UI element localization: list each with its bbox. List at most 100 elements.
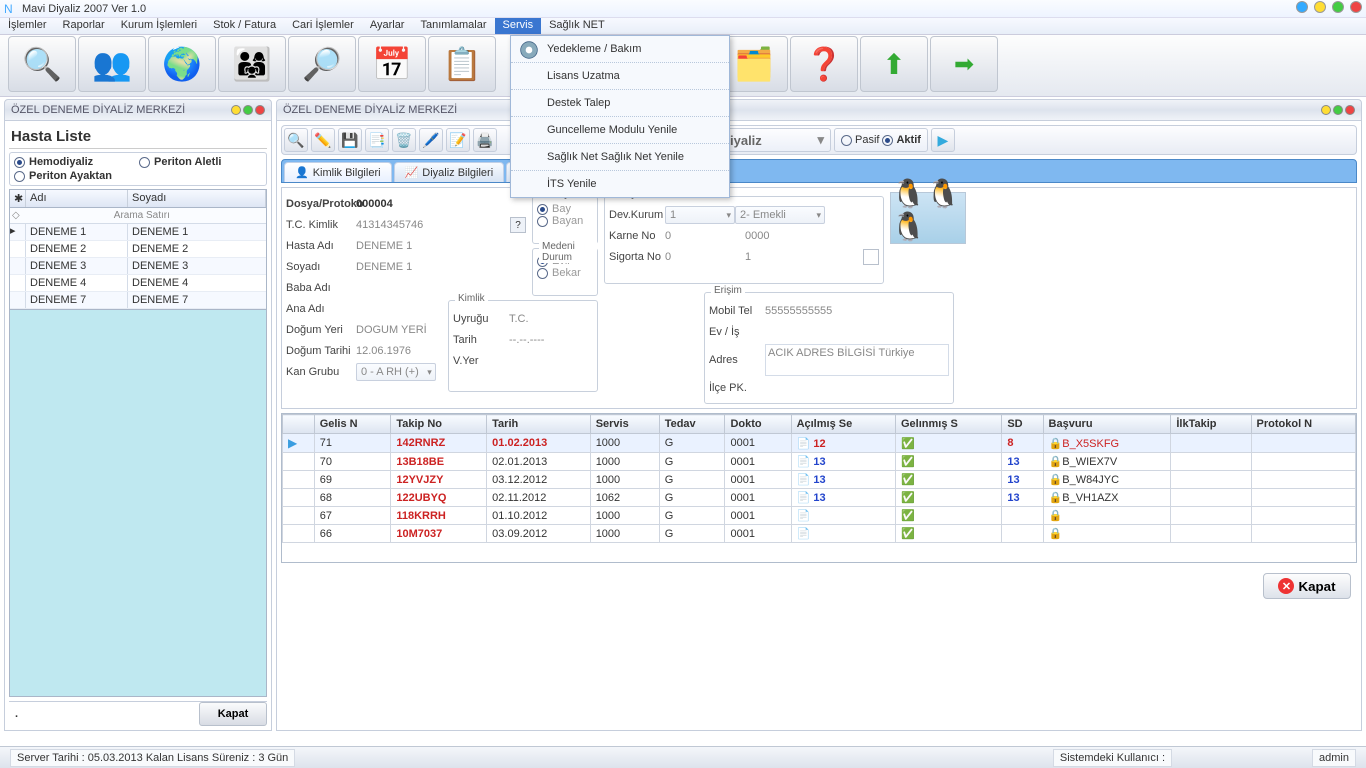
dropdown-sagliknet[interactable]: Sağlık Net Sağlık Net Yenile <box>511 144 729 171</box>
toolbar-clipboard-button[interactable]: 📋 <box>428 36 496 92</box>
action-copy-button[interactable]: 📑 <box>365 128 389 152</box>
pasif-aktif-toggle[interactable]: Pasif Aktif <box>834 128 928 152</box>
toolbar-group-button[interactable]: 👨‍👩‍👧 <box>218 36 286 92</box>
grid-header[interactable]: Başvuru <box>1043 415 1171 434</box>
action-note-button[interactable]: 📝 <box>446 128 470 152</box>
grid-row[interactable]: 7013B18BE02.01.20131000G0001📄 13✅13🔒B_WI… <box>283 453 1356 471</box>
radio-hemodiyaliz[interactable] <box>14 157 25 168</box>
menu-kurum[interactable]: Kurum İşlemleri <box>113 18 205 34</box>
action-marker-button[interactable]: 🖊️ <box>419 128 443 152</box>
action-edit-button[interactable]: ✏️ <box>311 128 335 152</box>
dropdown-guncelleme[interactable]: Guncelleme Modulu Yenile <box>511 117 729 144</box>
grid-row[interactable]: ▶71142RNRZ01.02.20131000G0001📄 12✅8🔒B_X5… <box>283 434 1356 453</box>
tab-diyaliz[interactable]: 📈 Diyaliz Bilgileri <box>394 162 505 182</box>
sigorta-box[interactable] <box>863 249 879 265</box>
patient-row[interactable]: DENEME 4DENEME 4 <box>10 275 266 292</box>
action-play-button[interactable]: ▶ <box>931 128 955 152</box>
status-user-label: Sistemdeki Kullanıcı : <box>1053 749 1172 767</box>
menu-tanimlamalar[interactable]: Tanımlamalar <box>412 18 494 34</box>
radio-bekar[interactable] <box>537 268 548 279</box>
tab-kimlik[interactable]: 👤 Kimlik Bilgileri <box>284 162 392 182</box>
menu-ayarlar[interactable]: Ayarlar <box>362 18 413 34</box>
grid-header[interactable]: İlkTakip <box>1171 415 1251 434</box>
grid-header[interactable]: Açılmış Se <box>791 415 895 434</box>
toolbar-users-button[interactable]: 👥 <box>78 36 146 92</box>
close-icon[interactable] <box>255 105 265 115</box>
right-window-title: ÖZEL DENEME DİYALİZ MERKEZİ <box>283 104 1319 116</box>
action-save-button[interactable]: 💾 <box>338 128 362 152</box>
grid-header[interactable] <box>283 415 315 434</box>
grid-header[interactable]: Gelınmış S <box>896 415 1002 434</box>
grid-header[interactable]: Protokol N <box>1251 415 1355 434</box>
servis-dropdown[interactable]: Yedekleme / Bakım Lisans Uzatma Destek T… <box>510 35 730 198</box>
patient-row[interactable]: DENEME 7DENEME 7 <box>10 292 266 309</box>
grid-row[interactable]: 67118KRRH01.10.20121000G0001📄 ✅🔒 <box>283 507 1356 525</box>
action-toolbar: 🔍 ✏️ 💾 📑 🗑️ 🖊️ 📝 🖨️ iyaliz Pasif Aktif ▶ <box>281 125 1357 155</box>
col-soyadi[interactable]: Soyadı <box>128 190 266 207</box>
devkurum-combo[interactable]: 1 <box>665 206 735 224</box>
patient-photo[interactable]: 🐧🐧🐧 <box>890 192 966 244</box>
dializ-combo[interactable]: iyaliz <box>723 128 831 152</box>
grid-header[interactable]: Takip No <box>391 415 487 434</box>
detail-panel: Dosya/Protoko000004 T.C. Kimlik413143457… <box>281 187 1357 409</box>
action-print-button[interactable]: 🖨️ <box>473 128 497 152</box>
grid-header[interactable]: Dokto <box>725 415 791 434</box>
toolbar-globe-button[interactable]: 🌍 <box>148 36 216 92</box>
grid-row[interactable]: 6912YVJZY03.12.20121000G0001📄 13✅13🔒B_W8… <box>283 471 1356 489</box>
toolbar-exit-button[interactable]: ➡ <box>930 36 998 92</box>
dropdown-destek[interactable]: Destek Talep <box>511 90 729 117</box>
window-dot-red-icon[interactable] <box>1350 1 1362 13</box>
grid-header[interactable]: SD <box>1002 415 1043 434</box>
menu-sagliknet[interactable]: Sağlık NET <box>541 18 613 34</box>
grid-row[interactable]: 68122UBYQ02.11.20121062G0001📄 13✅13🔒B_VH… <box>283 489 1356 507</box>
radio-periton-aletli[interactable] <box>139 157 150 168</box>
menu-stok[interactable]: Stok / Fatura <box>205 18 284 34</box>
patient-row[interactable]: DENEME 2DENEME 2 <box>10 241 266 258</box>
patient-row[interactable]: DENEME 3DENEME 3 <box>10 258 266 275</box>
grid-header[interactable]: Servis <box>590 415 659 434</box>
col-adi[interactable]: Adı <box>26 190 128 207</box>
menu-raporlar[interactable]: Raporlar <box>55 18 113 34</box>
menu-servis[interactable]: Servis <box>495 18 542 34</box>
maximize-icon[interactable] <box>1333 105 1343 115</box>
minimize-icon[interactable] <box>1321 105 1331 115</box>
dropdown-lisans[interactable]: Lisans Uzatma <box>511 63 729 90</box>
grid-header[interactable]: Tarih <box>487 415 591 434</box>
left-kapat-button[interactable]: Kapat <box>199 702 267 726</box>
kan-grubu-combo[interactable]: 0 - A RH (+) <box>356 363 436 381</box>
grid-row[interactable]: 6610M703703.09.20121000G0001📄 ✅🔒 <box>283 525 1356 543</box>
dropdown-yedekleme[interactable]: Yedekleme / Bakım <box>511 36 729 63</box>
tc-query-button[interactable]: ? <box>510 217 526 233</box>
maximize-icon[interactable] <box>243 105 253 115</box>
col-select[interactable]: ✱ <box>10 190 26 207</box>
search-row[interactable]: ◇Arama Satırı <box>10 208 266 224</box>
close-icon[interactable] <box>1345 105 1355 115</box>
radio-pasif[interactable] <box>841 135 852 146</box>
window-dot-yellow-icon[interactable] <box>1314 1 1326 13</box>
emekli-combo[interactable]: 2- Emekli <box>735 206 825 224</box>
right-kapat-button[interactable]: ✕Kapat <box>1263 573 1351 599</box>
menu-cari[interactable]: Cari İşlemler <box>284 18 362 34</box>
toolbar-settings-button[interactable]: 🗂️ <box>720 36 788 92</box>
window-dot-green-icon[interactable] <box>1332 1 1344 13</box>
toolbar-zoom-button[interactable]: 🔎 <box>288 36 356 92</box>
menu-islemler[interactable]: İşlemler <box>0 18 55 34</box>
radio-periton-ayaktan[interactable] <box>14 171 25 182</box>
patient-row[interactable]: ▸DENEME 1DENEME 1 <box>10 224 266 241</box>
toolbar-help-button[interactable]: ❓ <box>790 36 858 92</box>
grid-header[interactable]: Tedav <box>659 415 725 434</box>
radio-aktif[interactable] <box>882 135 893 146</box>
radio-bayan[interactable] <box>537 216 548 227</box>
toolbar-upload-button[interactable]: ⬆ <box>860 36 928 92</box>
action-delete-button[interactable]: 🗑️ <box>392 128 416 152</box>
window-dot-blue-icon[interactable] <box>1296 1 1308 13</box>
toolbar-calendar-button[interactable]: 📅 <box>358 36 426 92</box>
dropdown-its[interactable]: İTS Yenile <box>511 171 729 197</box>
window-controls[interactable] <box>1293 1 1362 16</box>
action-search-button[interactable]: 🔍 <box>284 128 308 152</box>
sessions-grid[interactable]: Gelis NTakip NoTarihServisTedavDoktoAçıl… <box>281 413 1357 563</box>
radio-bay[interactable] <box>537 204 548 215</box>
toolbar-search-button[interactable]: 🔍 <box>8 36 76 92</box>
minimize-icon[interactable] <box>231 105 241 115</box>
grid-header[interactable]: Gelis N <box>314 415 391 434</box>
